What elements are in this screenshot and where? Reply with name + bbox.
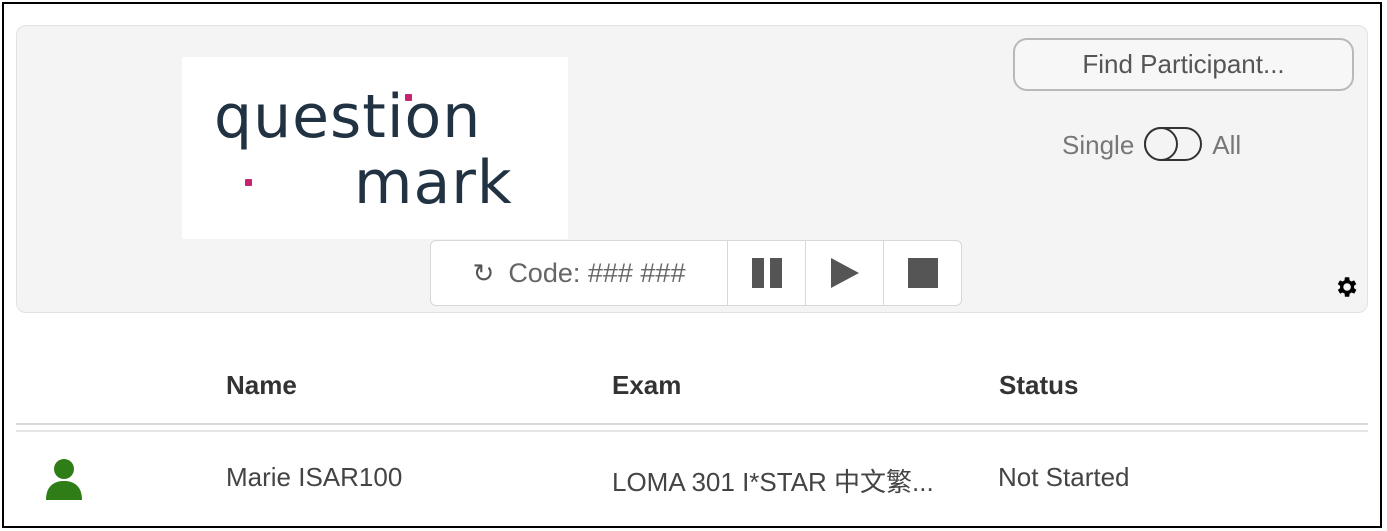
row-exam: LOMA 301 I*STAR 中文繁... xyxy=(612,467,934,497)
questionmark-logo: question mark xyxy=(182,57,568,239)
pause-button[interactable] xyxy=(727,241,805,305)
row-name: Marie ISAR100 xyxy=(226,462,403,492)
logo-line-2: mark xyxy=(354,148,513,218)
play-icon xyxy=(830,258,859,288)
find-participant-button[interactable]: Find Participant... xyxy=(1013,38,1354,91)
header-divider xyxy=(16,423,1368,425)
logo-dot-top xyxy=(405,94,412,101)
logo-line-1: question xyxy=(214,82,482,152)
refresh-icon: ↻ xyxy=(472,257,495,288)
stop-icon xyxy=(907,258,938,288)
user-icon xyxy=(46,459,82,500)
refresh-code-button[interactable]: ↻ Code: ### ### xyxy=(431,241,727,305)
toggle-label-all: All xyxy=(1212,129,1242,160)
single-all-toggle-row: Single All xyxy=(1062,120,1241,170)
gear-icon[interactable] xyxy=(1333,274,1359,300)
column-header-name[interactable]: Name xyxy=(226,370,297,401)
column-header-status[interactable]: Status xyxy=(999,370,1078,401)
access-code: Code: ### ### xyxy=(508,257,686,288)
stop-button[interactable] xyxy=(883,241,961,305)
toggle-label-single: Single xyxy=(1062,129,1135,160)
single-all-toggle[interactable] xyxy=(1144,127,1204,163)
column-header-exam[interactable]: Exam xyxy=(612,370,681,401)
logo-dot-bottom xyxy=(245,179,252,186)
pause-icon xyxy=(751,258,782,288)
play-button[interactable] xyxy=(805,241,883,305)
table-row[interactable]: Marie ISAR100 LOMA 301 I*STAR 中文繁... Not… xyxy=(16,432,1368,524)
session-controls: ↻ Code: ### ### xyxy=(430,240,962,306)
row-status: Not Started xyxy=(998,462,1130,492)
